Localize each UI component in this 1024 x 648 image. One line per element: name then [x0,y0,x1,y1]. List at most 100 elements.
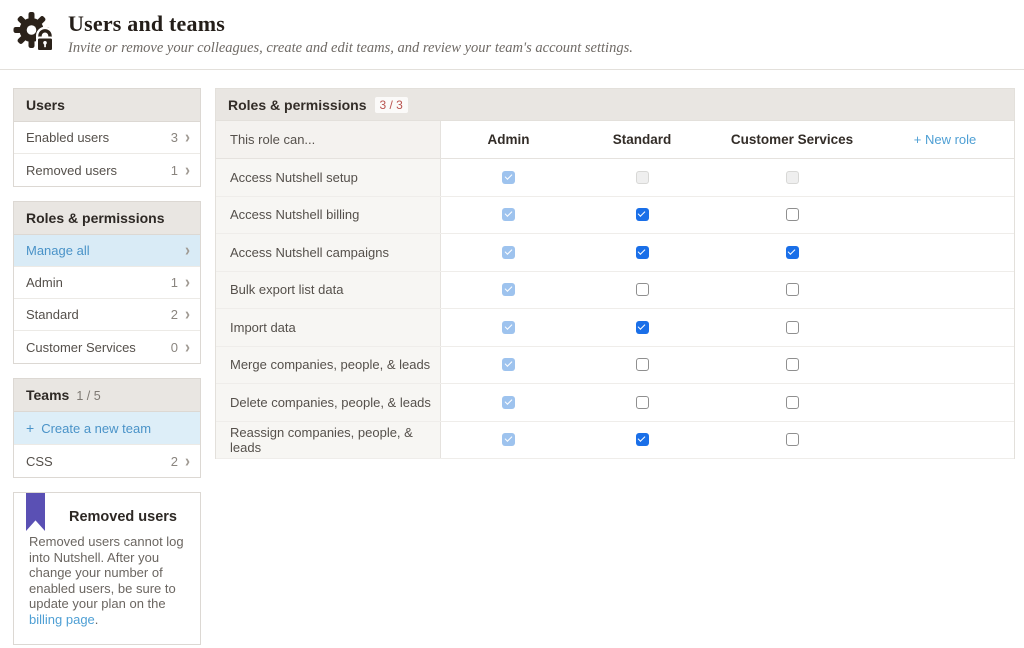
item-count: 0 [171,340,178,355]
create-new-team-button[interactable]: + Create a new team [14,412,200,445]
standard-permission-checkbox[interactable] [636,208,649,221]
sidebar: Users Enabled users3›Removed users1› Rol… [13,88,201,645]
customer-services-permission-checkbox [786,171,799,184]
checkbox-cell [708,433,876,446]
permission-row-bulk-export-list-data: Bulk export list data [216,272,1014,310]
sidebar-item-label: Standard [26,307,171,322]
permission-row-access-nutshell-campaigns: Access Nutshell campaigns [216,234,1014,272]
info-box-text: Removed users cannot log into Nutshell. … [29,534,185,628]
checkbox-cell [441,396,576,409]
admin-permission-checkbox [502,246,515,259]
permission-label: Access Nutshell billing [216,197,441,234]
standard-permission-checkbox[interactable] [636,358,649,371]
admin-permission-checkbox [502,171,515,184]
permission-row-access-nutshell-billing: Access Nutshell billing [216,197,1014,235]
item-count: 1 [171,163,178,178]
sidebar-item-css[interactable]: CSS2› [14,445,200,477]
checkbox-cell [708,321,876,334]
first-column-header: This role can... [216,121,441,158]
sidebar-item-label: Customer Services [26,340,171,355]
checkbox-cell [708,358,876,371]
chevron-right-icon: › [185,274,190,291]
sidebar-item-enabled-users[interactable]: Enabled users3› [14,122,200,154]
customer-services-permission-checkbox[interactable] [786,358,799,371]
sidebar-item-manage-all[interactable]: Manage all› [14,235,200,267]
checkbox-cell [576,246,708,259]
standard-permission-checkbox[interactable] [636,283,649,296]
sidebar-item-label: Manage all [26,243,185,258]
customer-services-permission-checkbox[interactable] [786,321,799,334]
item-count: 1 [171,275,178,290]
page-subtitle: Invite or remove your colleagues, create… [68,40,633,57]
panel-counter-badge: 3 / 3 [375,97,408,113]
standard-permission-checkbox[interactable] [636,433,649,446]
admin-permission-checkbox [502,321,515,334]
chevron-right-icon: › [185,452,190,469]
checkbox-cell [576,208,708,221]
checkbox-cell [576,171,708,184]
checkbox-cell [708,208,876,221]
gear-lock-icon [12,10,60,58]
checkbox-cell [441,283,576,296]
permission-label: Merge companies, people, & leads [216,347,441,384]
permission-row-access-nutshell-setup: Access Nutshell setup [216,159,1014,197]
permission-label: Bulk export list data [216,272,441,309]
checkbox-cell [441,246,576,259]
sidebar-item-customer-services[interactable]: Customer Services0› [14,331,200,363]
standard-permission-checkbox [636,171,649,184]
roles-permissions-panel: Roles & permissions 3 / 3 This role can.… [215,88,1015,459]
users-and-teams-page: Users and teams Invite or remove your co… [0,0,1024,648]
new-role-button[interactable]: + New role [876,132,1014,147]
checkbox-cell [441,321,576,334]
sidebar-item-admin[interactable]: Admin1 › [14,267,200,299]
users-section: Users Enabled users3›Removed users1› [13,88,201,187]
checkbox-cell [708,283,876,296]
permission-label: Delete companies, people, & leads [216,384,441,421]
permission-label: Import data [216,309,441,346]
permissions-table-header: This role can... Admin Standard Customer… [216,121,1014,159]
chevron-right-icon: › [185,306,190,323]
roles-section-title: Roles & permissions [26,210,165,226]
permission-row-merge-companies-people-leads: Merge companies, people, & leads [216,347,1014,385]
teams-section: Teams 1 / 5 + Create a new team CSS2› [13,378,201,478]
panel-header: Roles & permissions 3 / 3 [216,89,1014,121]
sidebar-item-label: CSS [26,454,171,469]
sidebar-item-standard[interactable]: Standard2› [14,299,200,331]
panel-title: Roles & permissions [228,97,367,113]
permission-row-delete-companies-people-leads: Delete companies, people, & leads [216,384,1014,422]
chevron-right-icon: › [185,242,190,259]
page-header: Users and teams Invite or remove your co… [0,0,1024,70]
column-header-standard: Standard [576,132,708,147]
permissions-table: This role can... Admin Standard Customer… [216,121,1014,459]
customer-services-permission-checkbox[interactable] [786,396,799,409]
sidebar-item-removed-users[interactable]: Removed users1› [14,154,200,186]
chevron-right-icon: › [185,129,190,146]
checkbox-cell [576,321,708,334]
standard-permission-checkbox[interactable] [636,321,649,334]
standard-permission-checkbox[interactable] [636,396,649,409]
checkbox-cell [576,358,708,371]
customer-services-permission-checkbox[interactable] [786,283,799,296]
admin-permission-checkbox [502,208,515,221]
info-box-text-before: Removed users cannot log into Nutshell. … [29,534,184,611]
permission-label: Reassign companies, people, & leads [216,422,441,459]
standard-permission-checkbox[interactable] [636,246,649,259]
checkbox-cell [576,283,708,296]
roles-section-header: Roles & permissions [14,202,200,235]
customer-services-permission-checkbox[interactable] [786,433,799,446]
sidebar-item-label: Admin [26,275,171,290]
teams-counter: 1 / 5 [76,389,100,403]
plus-icon: + [26,420,34,436]
customer-services-permission-checkbox[interactable] [786,208,799,221]
users-section-title: Users [26,97,65,113]
checkbox-cell [708,171,876,184]
checkbox-cell [708,396,876,409]
checkbox-cell [708,246,876,259]
checkbox-cell [576,396,708,409]
admin-permission-checkbox [502,396,515,409]
item-count: 3 [171,130,178,145]
customer-services-permission-checkbox[interactable] [786,246,799,259]
permission-label: Access Nutshell campaigns [216,234,441,271]
checkbox-cell [441,208,576,221]
billing-page-link[interactable]: billing page [29,612,95,627]
